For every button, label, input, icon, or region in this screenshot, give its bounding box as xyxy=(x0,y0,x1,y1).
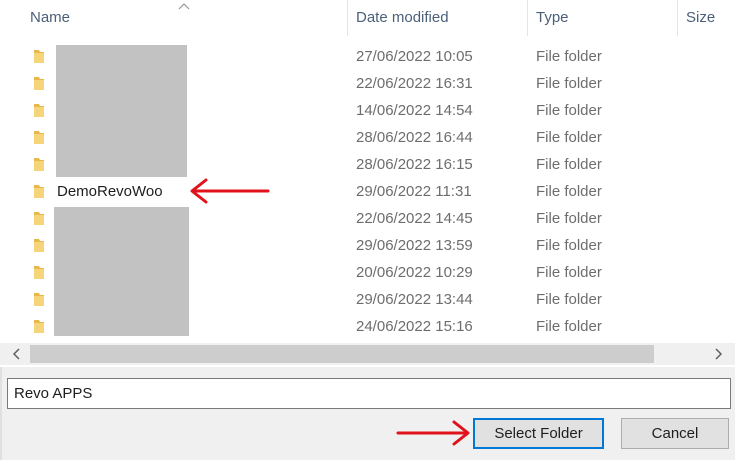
column-header-date-modified[interactable]: Date modified xyxy=(348,0,528,36)
file-list: Name Date modified Type Size 27/06/2022 … xyxy=(0,0,735,367)
folder-icon xyxy=(34,239,44,252)
red-arrow-icon xyxy=(396,420,470,446)
file-name: DemoRevoWoo xyxy=(57,183,163,200)
file-type: File folder xyxy=(536,291,602,308)
folder-icon xyxy=(34,185,44,198)
chevron-right-icon[interactable] xyxy=(711,347,725,361)
file-type: File folder xyxy=(536,102,602,119)
date-modified: 14/06/2022 14:54 xyxy=(356,102,473,119)
file-type: File folder xyxy=(536,183,602,200)
red-arrow-icon xyxy=(190,178,270,204)
redacted-names-block xyxy=(54,207,189,336)
select-folder-button[interactable]: Select Folder xyxy=(473,418,604,449)
horizontal-scrollbar[interactable] xyxy=(0,343,735,365)
column-header-name[interactable]: Name xyxy=(22,0,348,36)
date-modified: 22/06/2022 14:45 xyxy=(356,210,473,227)
column-header-size[interactable]: Size xyxy=(678,0,735,36)
date-modified: 28/06/2022 16:15 xyxy=(356,156,473,173)
folder-icon xyxy=(34,104,44,117)
folder-icon xyxy=(34,131,44,144)
date-modified: 20/06/2022 10:29 xyxy=(356,264,473,281)
file-type: File folder xyxy=(536,237,602,254)
date-modified: 29/06/2022 11:31 xyxy=(356,183,472,200)
column-header-row: Name Date modified Type Size xyxy=(0,0,735,36)
file-type: File folder xyxy=(536,318,602,335)
file-type: File folder xyxy=(536,264,602,281)
date-modified: 22/06/2022 16:31 xyxy=(356,75,473,92)
column-header-type[interactable]: Type xyxy=(528,0,678,36)
folder-icon xyxy=(34,266,44,279)
date-modified: 24/06/2022 15:16 xyxy=(356,318,473,335)
cancel-button[interactable]: Cancel xyxy=(621,418,729,449)
folder-icon xyxy=(34,293,44,306)
file-type: File folder xyxy=(536,156,602,173)
date-modified: 28/06/2022 16:44 xyxy=(356,129,473,146)
scrollbar-thumb[interactable] xyxy=(30,345,654,363)
folder-name-input[interactable] xyxy=(7,378,731,409)
file-type: File folder xyxy=(536,210,602,227)
folder-icon xyxy=(34,212,44,225)
redacted-names-block xyxy=(56,45,187,177)
date-modified: 29/06/2022 13:44 xyxy=(356,291,473,308)
date-modified: 27/06/2022 10:05 xyxy=(356,48,473,65)
table-row[interactable]: DemoRevoWoo 29/06/2022 11:31 File folder xyxy=(0,178,735,205)
file-type: File folder xyxy=(536,129,602,146)
date-modified: 29/06/2022 13:59 xyxy=(356,237,473,254)
folder-icon xyxy=(34,320,44,333)
folder-icon xyxy=(34,158,44,171)
file-type: File folder xyxy=(536,75,602,92)
folder-icon xyxy=(34,77,44,90)
folder-icon xyxy=(34,50,44,63)
file-type: File folder xyxy=(536,48,602,65)
chevron-left-icon[interactable] xyxy=(10,347,24,361)
